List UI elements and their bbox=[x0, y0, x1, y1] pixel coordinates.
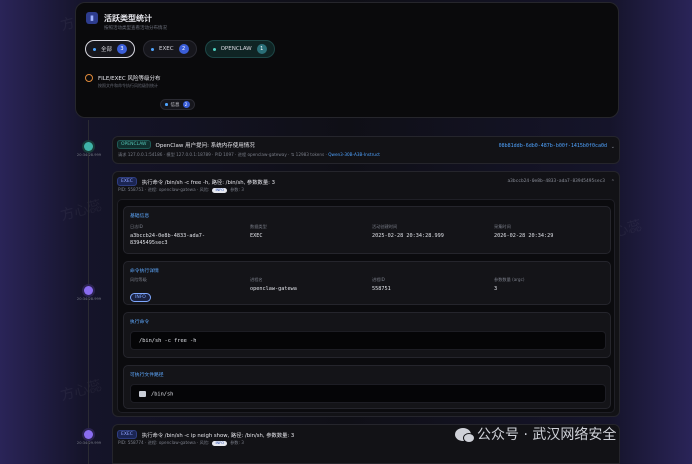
event-args: 参数: 3 bbox=[230, 187, 244, 192]
section-title: 命令执行详情 bbox=[130, 269, 159, 274]
timeline-time: 20:34:28.999 bbox=[76, 297, 102, 301]
openclaw-event-card[interactable]: OPENCLAW OpenClaw 用户提问: 系统内存使用情况 请求 127.… bbox=[112, 136, 620, 164]
risk-header: FILE/EXEC 风险等级分布 bbox=[85, 74, 161, 82]
chevron-down-icon[interactable]: ⌄ bbox=[611, 144, 615, 150]
event-type-tag: EXEC bbox=[117, 430, 137, 439]
filter-chip-all[interactable]: 全部 3 bbox=[85, 40, 136, 58]
dot-icon bbox=[151, 47, 155, 51]
dot-icon bbox=[93, 47, 96, 51]
chip-count: 2 bbox=[182, 101, 190, 108]
timeline-dot-exec bbox=[84, 430, 93, 439]
event-meta: 请求 127.0.0.1:54186 · 模型 127.0.0.1:18789 … bbox=[118, 152, 380, 158]
field-time: 活动创建时间 2025-02-28 20:34:28.999 bbox=[372, 224, 444, 240]
basic-info-section: 基础信息 日志ID a3bccb24-0e8b-4833-ada7-839454… bbox=[123, 206, 611, 254]
event-meta: PID: 558774 · 进程: openclaw-gatewa · 风险: … bbox=[118, 440, 244, 446]
field-value: 3 bbox=[494, 286, 498, 292]
section-title: 执行命令 bbox=[130, 320, 150, 325]
field-label: 活动创建时间 bbox=[372, 224, 398, 229]
chevron-up-icon[interactable]: ⌃ bbox=[611, 179, 615, 185]
wechat-brand: 公众号 · 武汉网络安全 bbox=[455, 424, 616, 444]
field-value: a3bccb24-0e8b-4833-ada7-83945495sec3 bbox=[130, 233, 205, 246]
event-title: OpenClaw 用户提问: 系统内存使用情况 bbox=[155, 142, 255, 149]
field-process: 进程名 openclaw-gatewa bbox=[250, 277, 297, 293]
field-value: 558751 bbox=[372, 286, 391, 292]
chip-count: 3 bbox=[117, 44, 128, 54]
event-id: a3bccb24-0e8b-4833-ada7-83945495sec3 bbox=[507, 179, 605, 184]
file-path-value: /bin/sh bbox=[151, 391, 174, 398]
event-args: 参数: 3 bbox=[230, 440, 244, 445]
command-section: 执行命令 /bin/sh -c free -h bbox=[123, 312, 611, 358]
risk-badge: INFO bbox=[212, 440, 228, 446]
watermark: 方心蕊 bbox=[58, 197, 104, 225]
timeline-time: 20:34:29.999 bbox=[76, 441, 102, 445]
chip-label: 信息 bbox=[170, 102, 180, 108]
watermark: 方心蕊 bbox=[58, 377, 104, 405]
field-label: 风险等级 bbox=[130, 277, 147, 282]
field-value: EXEC bbox=[250, 233, 263, 239]
field-label: 进程ID bbox=[372, 277, 385, 282]
field-label: 参数数量 (argc) bbox=[494, 277, 525, 282]
field-value: openclaw-gatewa bbox=[250, 286, 297, 292]
bar-chart-icon: ▮ bbox=[86, 12, 98, 24]
field-collect-time: 采集时间 2026-02-28 20:34:29 bbox=[494, 224, 553, 240]
command-code: /bin/sh -c free -h bbox=[130, 331, 606, 350]
brand-text: 公众号 · 武汉网络安全 bbox=[477, 427, 617, 443]
event-type-tag: EXEC bbox=[117, 177, 137, 186]
folder-icon bbox=[139, 391, 146, 397]
stats-header: ▮ 活跃类型统计 bbox=[86, 12, 152, 24]
exec-event-card[interactable]: EXEC 执行命令 /bin/sh -c free -h, 路径: /bin/s… bbox=[112, 171, 620, 417]
file-path-code: /bin/sh bbox=[130, 384, 606, 403]
timeline-time: 20:34:28.999 bbox=[76, 153, 102, 157]
timeline-dot-exec bbox=[84, 286, 93, 295]
dot-icon bbox=[212, 47, 216, 51]
event-title: 执行命令 /bin/sh -c ip neigh show, 路径: /bin/… bbox=[141, 432, 295, 439]
chip-count: 1 bbox=[256, 44, 267, 54]
event-details: 基础信息 日志ID a3bccb24-0e8b-4833-ada7-839454… bbox=[117, 199, 615, 413]
section-title: 可执行文件路径 bbox=[130, 373, 164, 378]
file-path-section: 可执行文件路径 /bin/sh bbox=[123, 365, 611, 409]
event-id: 08b81ddb-6db0-487b-b00f-1415b0f0ca0d bbox=[498, 143, 607, 149]
filter-chip-openclaw[interactable]: OPENCLAW 1 bbox=[204, 40, 275, 58]
section-title: 基础信息 bbox=[130, 214, 150, 219]
field-pid: 进程ID 558751 bbox=[372, 277, 391, 293]
chip-count: 2 bbox=[178, 44, 189, 54]
field-label: 数据类型 bbox=[250, 224, 267, 229]
chip-label: OPENCLAW bbox=[220, 46, 252, 52]
field-argc: 参数数量 (argc) 3 bbox=[494, 277, 525, 293]
field-value: 2026-02-28 20:34:29 bbox=[494, 233, 554, 239]
event-meta-text: 请求 127.0.0.1:54186 · 模型 127.0.0.1:18789 … bbox=[118, 152, 327, 157]
exec-detail-section: 命令执行详情 风险等级 INFO 进程名 openclaw-gatewa 进程I… bbox=[123, 261, 611, 305]
field-label: 进程名 bbox=[250, 277, 263, 282]
risk-badge: INFO bbox=[212, 187, 228, 193]
shield-icon bbox=[85, 74, 93, 82]
type-filter-chips: 全部 3 EXEC 2 OPENCLAW 1 bbox=[85, 40, 275, 58]
stats-title: 活跃类型统计 bbox=[104, 13, 152, 23]
field-log-id: 日志ID a3bccb24-0e8b-4833-ada7-83945495sec… bbox=[130, 224, 240, 247]
field-risk: 风险等级 INFO bbox=[130, 277, 151, 302]
field-label: 采集时间 bbox=[494, 224, 511, 229]
risk-title: FILE/EXEC 风险等级分布 bbox=[98, 76, 161, 82]
chip-label: EXEC bbox=[159, 46, 174, 52]
field-type: 数据类型 EXEC bbox=[250, 224, 267, 240]
event-meta-text: PID: 558751 · 进程: openclaw-gatewa · 风险: bbox=[118, 187, 210, 192]
wechat-icon bbox=[455, 427, 475, 443]
event-meta-text: PID: 558774 · 进程: openclaw-gatewa · 风险: bbox=[118, 440, 210, 445]
model-name: Qwen3-30B-A3B-Instruct bbox=[328, 152, 380, 157]
filter-chip-exec[interactable]: EXEC 2 bbox=[143, 40, 197, 58]
stats-subtitle: 按照活动类型查看活动分布情况 bbox=[104, 26, 167, 31]
event-type-tag: OPENCLAW bbox=[117, 140, 151, 149]
field-value: 2025-02-28 20:34:28.999 bbox=[372, 233, 444, 239]
risk-badge: INFO bbox=[130, 293, 151, 302]
event-meta: PID: 558751 · 进程: openclaw-gatewa · 风险: … bbox=[118, 187, 244, 193]
event-title: 执行命令 /bin/sh -c free -h, 路径: /bin/sh, 参数… bbox=[141, 179, 275, 186]
timeline-dot-openclaw bbox=[84, 142, 93, 151]
dot-icon bbox=[165, 103, 168, 106]
risk-chip-info[interactable]: 信息 2 bbox=[160, 99, 195, 110]
risk-subtitle: 按照文件和命令执行风险级别统计 bbox=[98, 83, 158, 88]
activity-stats-panel: ▮ 活跃类型统计 按照活动类型查看活动分布情况 全部 3 EXEC 2 OPEN… bbox=[75, 2, 619, 118]
chip-label: 全部 bbox=[101, 47, 113, 53]
field-label: 日志ID bbox=[130, 224, 143, 229]
